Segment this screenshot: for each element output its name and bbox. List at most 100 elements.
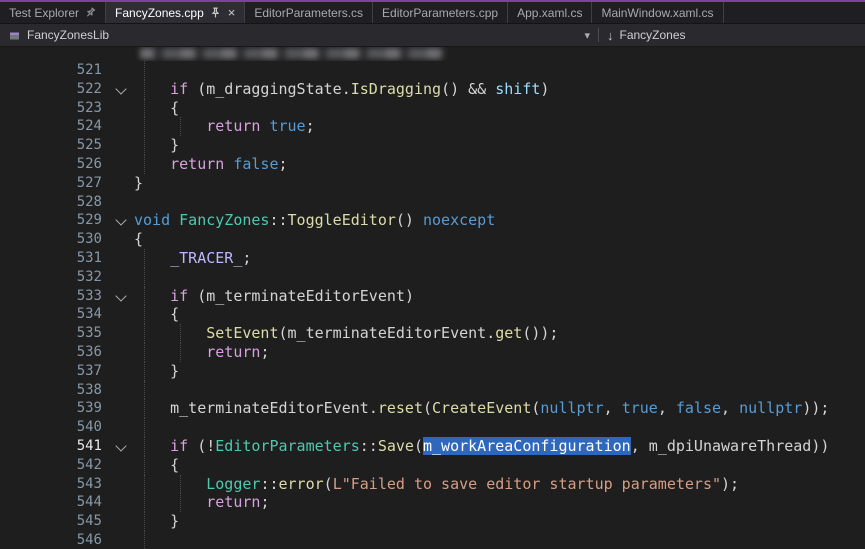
code-line-540[interactable]: 540 xyxy=(0,418,865,437)
project-dropdown[interactable]: FancyZonesLib ▾ xyxy=(0,24,598,46)
code-line-524[interactable]: 524 return true; xyxy=(0,117,865,136)
code-text: if (m_draggingState.IsDragging() && shif… xyxy=(134,80,865,99)
code-line-544[interactable]: 544 return; xyxy=(0,493,865,512)
indent-guide xyxy=(144,362,145,381)
code-line-535[interactable]: 535 SetEvent(m_terminateEditorEvent.get(… xyxy=(0,324,865,343)
code-line-543[interactable]: 543 Logger::error(L"Failed to save edito… xyxy=(0,475,865,494)
line-number: 530 xyxy=(0,230,108,249)
tab-mainwindow-xaml-cs[interactable]: MainWindow.xaml.cs xyxy=(592,2,723,23)
code-text: _TRACER_; xyxy=(134,249,865,268)
tab-label: MainWindow.xaml.cs xyxy=(601,6,713,20)
pin-icon[interactable] xyxy=(83,5,98,20)
fold-margin xyxy=(108,305,134,324)
code-line-537[interactable]: 537 } xyxy=(0,362,865,381)
code-line-529[interactable]: 529void FancyZones::ToggleEditor() noexc… xyxy=(0,211,865,230)
line-number: 535 xyxy=(0,324,108,343)
code-line-528[interactable]: 528 xyxy=(0,193,865,212)
line-number-gutter xyxy=(0,47,108,61)
code-line-534[interactable]: 534 { xyxy=(0,305,865,324)
fold-margin xyxy=(108,61,134,80)
code-line-526[interactable]: 526 return false; xyxy=(0,155,865,174)
fold-margin xyxy=(108,362,134,381)
indent-guide xyxy=(144,80,145,99)
fold-chevron-icon[interactable] xyxy=(115,215,126,226)
fold-margin xyxy=(108,136,134,155)
code-text xyxy=(134,381,865,400)
code-text: if (m_terminateEditorEvent) xyxy=(134,287,865,306)
indent-guide xyxy=(144,305,145,324)
code-line-533[interactable]: 533 if (m_terminateEditorEvent) xyxy=(0,287,865,306)
code-line-523[interactable]: 523 { xyxy=(0,99,865,118)
indent-guide xyxy=(144,61,145,80)
fold-margin xyxy=(108,493,134,512)
code-text: Logger::error(L"Failed to save editor st… xyxy=(134,475,865,494)
code-line-521[interactable]: 521 xyxy=(0,61,865,80)
member-dropdown-label: FancyZones xyxy=(620,28,686,42)
line-number: 523 xyxy=(0,99,108,118)
code-line-530[interactable]: 530 { xyxy=(0,230,865,249)
tab-editorparameters-cpp[interactable]: EditorParameters.cpp xyxy=(373,2,508,23)
tab-label: EditorParameters.cpp xyxy=(382,6,498,20)
fold-chevron-icon[interactable] xyxy=(115,290,126,301)
indent-guide xyxy=(144,399,145,418)
line-number: 546 xyxy=(0,531,108,549)
indent-guide xyxy=(144,155,145,174)
fold-margin xyxy=(108,531,134,549)
fold-margin xyxy=(108,174,134,193)
code-line-527[interactable]: 527} xyxy=(0,174,865,193)
vs-window: Test Explorer FancyZones.cpp× EditorParame… xyxy=(0,0,865,549)
tab-label: Test Explorer xyxy=(9,6,79,20)
indent-guide xyxy=(180,493,181,512)
indent-guide xyxy=(144,343,145,362)
pin-icon[interactable] xyxy=(210,7,221,18)
code-line-542[interactable]: 542 { xyxy=(0,456,865,475)
indent-guide xyxy=(144,512,145,531)
code-text: void FancyZones::ToggleEditor() noexcept xyxy=(134,211,865,230)
code-line-545[interactable]: 545 } xyxy=(0,512,865,531)
line-number: 541 xyxy=(0,437,108,456)
fold-chevron-icon[interactable] xyxy=(115,83,126,94)
tab-label: EditorParameters.cs xyxy=(254,6,363,20)
tab-fancyzones-cpp[interactable]: FancyZones.cpp× xyxy=(106,2,245,23)
code-text: return; xyxy=(134,343,865,362)
code-line-546[interactable]: 546 xyxy=(0,531,865,549)
line-number: 527 xyxy=(0,174,108,193)
fold-margin xyxy=(108,249,134,268)
selected-text: m_workAreaConfiguration xyxy=(423,437,631,455)
code-line-532[interactable]: 532 xyxy=(0,268,865,287)
code-line-538[interactable]: 538 xyxy=(0,381,865,400)
tab-test-explorer[interactable]: Test Explorer xyxy=(0,2,106,23)
indent-guide xyxy=(144,456,145,475)
close-icon[interactable]: × xyxy=(228,6,236,19)
code-text: { xyxy=(134,230,865,249)
code-editor[interactable]: 521522 if (m_draggingState.IsDragging() … xyxy=(0,47,865,549)
tab-app-xaml-cs[interactable]: App.xaml.cs xyxy=(508,2,592,23)
navigation-bar: FancyZonesLib ▾ ↓ FancyZones xyxy=(0,24,865,47)
code-lines: 521522 if (m_draggingState.IsDragging() … xyxy=(0,61,865,549)
line-number: 543 xyxy=(0,475,108,494)
fold-margin xyxy=(108,343,134,362)
fold-margin xyxy=(108,230,134,249)
line-number: 539 xyxy=(0,399,108,418)
tab-editorparameters-cs[interactable]: EditorParameters.cs xyxy=(245,2,373,23)
code-text xyxy=(134,418,865,437)
code-text: } xyxy=(134,512,865,531)
line-number: 544 xyxy=(0,493,108,512)
line-number: 531 xyxy=(0,249,108,268)
code-line-531[interactable]: 531 _TRACER_; xyxy=(0,249,865,268)
member-dropdown[interactable]: ↓ FancyZones xyxy=(599,24,694,46)
fold-chevron-icon[interactable] xyxy=(115,440,126,451)
code-text: m_terminateEditorEvent.reset(CreateEvent… xyxy=(134,399,865,418)
code-line-541[interactable]: 541 if (!EditorParameters::Save(m_workAr… xyxy=(0,437,865,456)
fold-margin xyxy=(108,80,134,99)
line-number: 537 xyxy=(0,362,108,381)
indent-guide xyxy=(180,117,181,136)
code-line-536[interactable]: 536 return; xyxy=(0,343,865,362)
fold-margin xyxy=(108,99,134,118)
code-line-522[interactable]: 522 if (m_draggingState.IsDragging() && … xyxy=(0,80,865,99)
code-text xyxy=(134,61,865,80)
fold-margin xyxy=(108,475,134,494)
code-line-539[interactable]: 539 m_terminateEditorEvent.reset(CreateE… xyxy=(0,399,865,418)
indent-guide xyxy=(144,99,145,118)
code-line-525[interactable]: 525 } xyxy=(0,136,865,155)
